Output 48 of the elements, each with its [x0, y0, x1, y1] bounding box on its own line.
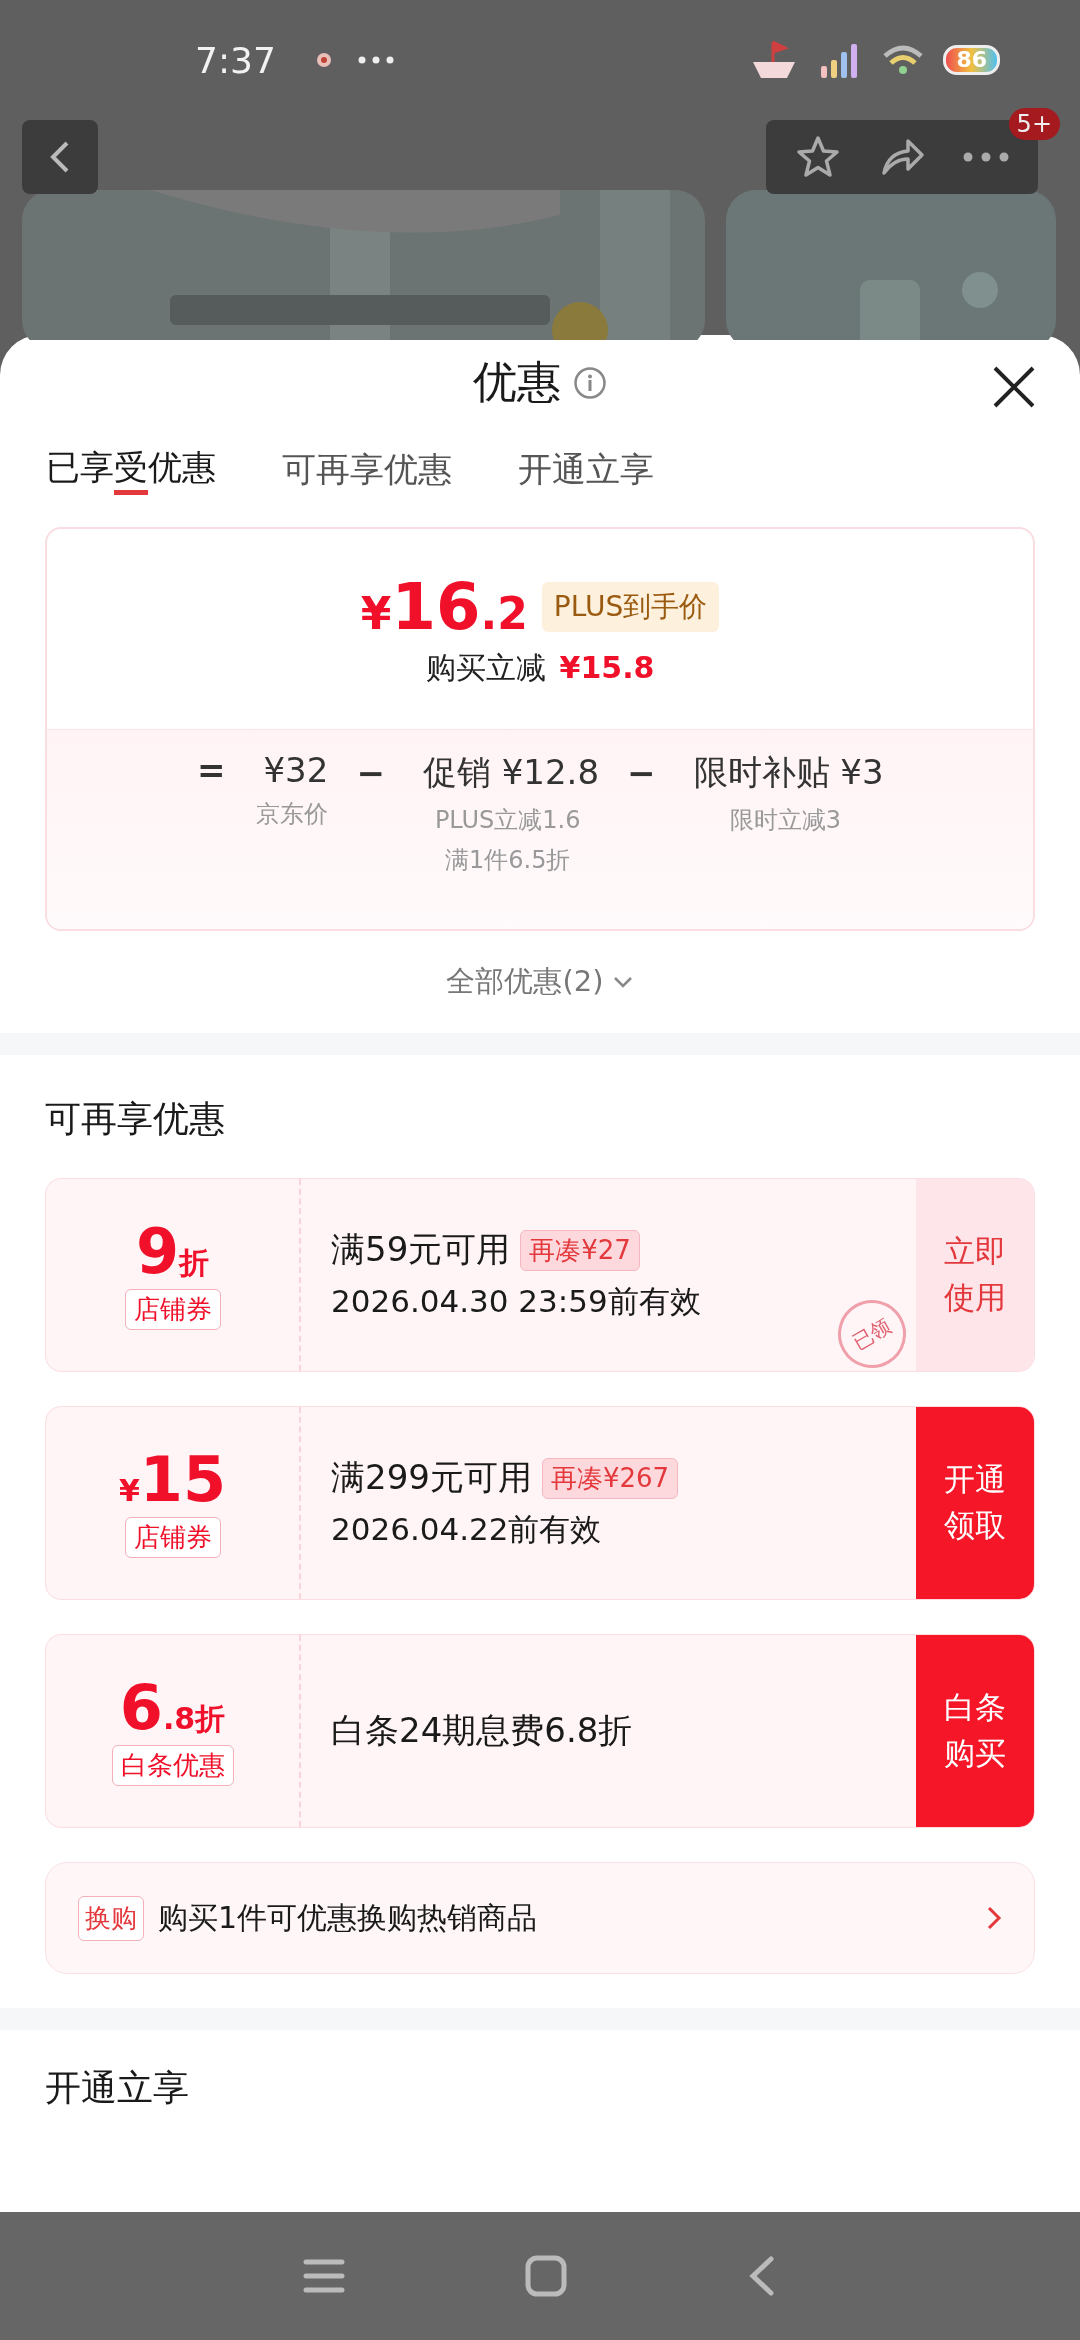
info-icon[interactable] [573, 365, 607, 400]
all-offers-link[interactable]: 全部优惠(2) [440, 961, 640, 1003]
coupon-type: 店铺券 [124, 1288, 221, 1330]
operator: = [196, 750, 226, 790]
tab[interactable]: 开通立享 [518, 430, 654, 500]
coupon-condition: 满59元可用 [331, 1228, 511, 1271]
coupon-validity: 2026.04.22前有效 [331, 1510, 602, 1549]
coupon-gap-tag: 再凑¥267 [541, 1457, 679, 1499]
breakdown-note: 限时立减3 [729, 805, 841, 836]
breakdown-amount: ¥32 [263, 750, 329, 790]
tab[interactable]: 可再享优惠 [282, 430, 452, 500]
more-icon [357, 56, 394, 64]
notification-badge: 5+ [1008, 108, 1060, 140]
sheet-title: 优惠 [473, 355, 561, 409]
coupon-action-button[interactable]: 立即使用 [916, 1179, 1034, 1371]
saving-label: 购买立减 [425, 648, 546, 687]
breakdown-note: PLUS立减1.6 [434, 805, 581, 836]
operator: − [627, 753, 656, 793]
saving-amount: ¥15.8 [559, 649, 655, 685]
price-tag: PLUS到手价 [541, 581, 720, 632]
coupon-type: 店铺券 [124, 1516, 221, 1558]
chevron-right-icon [986, 1905, 1002, 1931]
operator: − [356, 753, 385, 793]
breakdown-amount: 限时补贴 ¥3 [693, 751, 884, 794]
breakdown-note: 京东价 [256, 799, 329, 830]
final-price: ¥16.2 [360, 569, 528, 644]
coupon-type: 白条优惠 [111, 1744, 234, 1786]
coupon-value: 6.8折 [119, 1676, 226, 1739]
home-icon[interactable] [525, 2255, 567, 2297]
section-title: 可再享优惠 [45, 1097, 226, 1141]
breakdown-amount: 促销 ¥12.8 [422, 751, 600, 794]
coupon-value: ¥15 [118, 1448, 227, 1511]
coupon-action-button[interactable]: 白条购买 [916, 1635, 1034, 1827]
coupon-action-button[interactable]: 开通领取 [916, 1407, 1034, 1599]
status-time: 7:37 [195, 39, 276, 81]
coupon-condition: 白条24期息费6.8折 [331, 1709, 633, 1752]
back-icon[interactable] [747, 2255, 777, 2297]
more-icon [962, 151, 1010, 163]
battery-icon: 86 [943, 45, 1000, 75]
breakdown-note: 满1件6.5折 [445, 845, 571, 876]
exchange-offer-row[interactable]: 换购 购买1件可优惠换购热销商品 [45, 1862, 1035, 1974]
chevron-down-icon [611, 975, 634, 989]
section-title: 开通立享 [45, 2067, 189, 2108]
back-button[interactable] [22, 120, 98, 194]
coupon-value: 9折 [135, 1220, 210, 1283]
coupon-gap-tag: 再凑¥27 [520, 1229, 640, 1271]
coupon-condition: 满299元可用 [331, 1456, 532, 1499]
coupon-validity: 2026.04.30 23:59前有效 [331, 1282, 701, 1321]
